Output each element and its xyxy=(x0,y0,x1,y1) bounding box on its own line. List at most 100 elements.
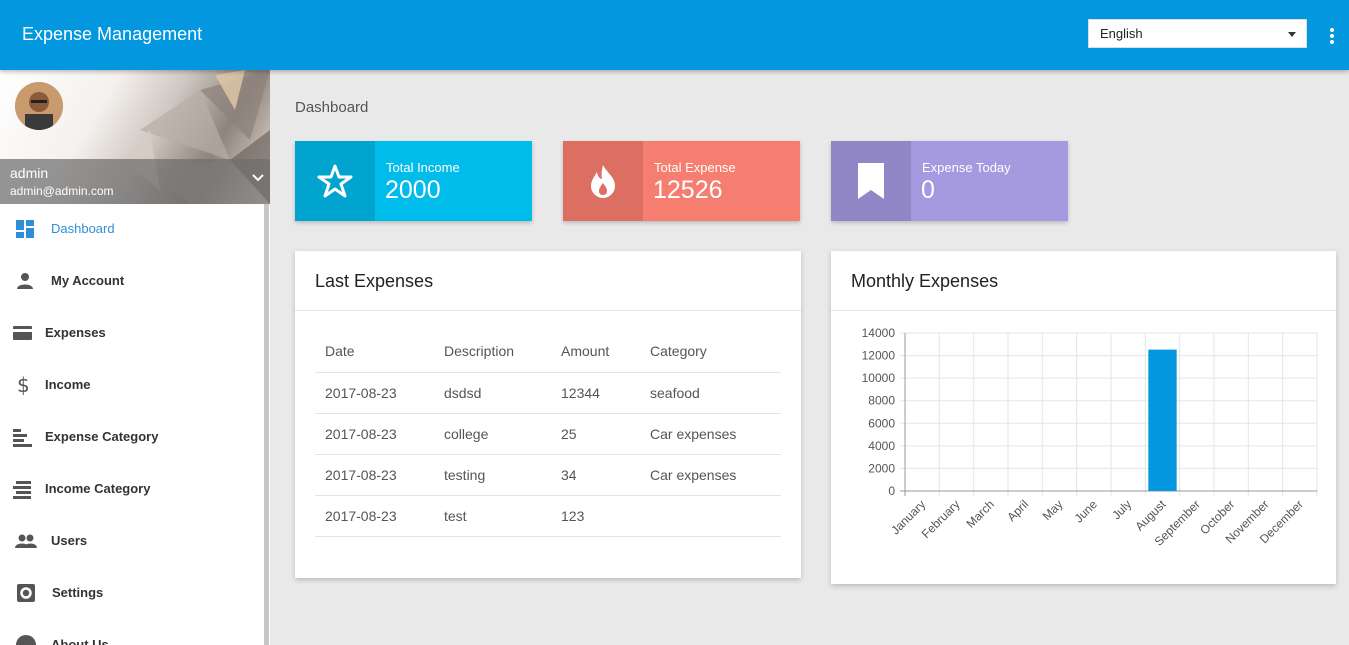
card-title: Monthly Expenses xyxy=(851,271,999,291)
sidebar-item-expense-category[interactable]: Expense Category xyxy=(0,412,262,464)
fire-icon xyxy=(591,165,615,198)
settings-icon xyxy=(17,584,35,602)
column-header: Description xyxy=(434,331,551,373)
sidebar-item-users[interactable]: Users xyxy=(0,516,262,568)
table-cell: 25 xyxy=(551,413,640,455)
avatar[interactable] xyxy=(15,82,63,130)
table-cell: dsdsd xyxy=(434,372,551,414)
sidebar-item-label: Expense Category xyxy=(45,429,159,444)
stat-value: 2000 xyxy=(385,176,441,204)
table-cell: 2017-08-23 xyxy=(315,413,434,455)
stat-icon-box xyxy=(831,141,911,221)
people-icon xyxy=(15,534,37,548)
chevron-down-icon[interactable] xyxy=(251,171,265,185)
top-app-bar: Expense Management English xyxy=(0,0,1349,70)
profile-info: admin admin@admin.com xyxy=(0,159,270,204)
table-cell: college xyxy=(434,413,551,455)
table-row: 2017-08-23 dsdsd 12344 seafood xyxy=(315,372,781,414)
table-cell: 34 xyxy=(551,454,640,496)
table-header-row: Date Description Amount Category xyxy=(315,331,781,373)
last-expenses-card: Last Expenses Date Description Amount Ca… xyxy=(295,251,801,578)
stack-icon xyxy=(13,481,31,499)
sidebar-item-my-account[interactable]: My Account xyxy=(0,256,262,308)
person-icon xyxy=(17,273,33,289)
y-tick-label: 4000 xyxy=(868,439,895,453)
sidebar-item-label: Users xyxy=(51,533,88,548)
bar-august xyxy=(1148,349,1177,491)
stat-label: Expense Today xyxy=(922,160,1011,175)
profile-email: admin@admin.com xyxy=(10,184,114,198)
credit-card-icon xyxy=(13,326,32,340)
sidebar-item-income[interactable]: $ Income xyxy=(0,360,262,412)
table-cell: 2017-08-23 xyxy=(315,372,434,414)
stat-label: Total Expense xyxy=(654,160,736,175)
dashboard-icon xyxy=(16,220,34,238)
star-icon xyxy=(317,164,353,198)
table-cell: 2017-08-23 xyxy=(315,454,434,496)
x-tick-label: February xyxy=(919,497,963,541)
table-cell: 12344 xyxy=(551,372,640,414)
y-tick-label: 14000 xyxy=(862,326,896,340)
language-select[interactable]: English xyxy=(1088,19,1307,48)
last-expenses-table: Date Description Amount Category 2017-08… xyxy=(315,331,781,537)
sidebar-item-label: About Us xyxy=(51,637,109,645)
sidebar-item-label: My Account xyxy=(51,273,125,288)
column-header: Category xyxy=(640,331,781,373)
stat-card-total-expense[interactable]: Total Expense 12526 xyxy=(563,141,800,221)
sidebar-item-dashboard[interactable]: Dashboard xyxy=(0,204,262,256)
table-cell: testing xyxy=(434,454,551,496)
y-tick-label: 10000 xyxy=(862,371,896,385)
x-tick-label: May xyxy=(1040,497,1066,523)
sidebar-item-label: Income xyxy=(45,377,91,392)
sidebar-item-label: Dashboard xyxy=(51,221,115,236)
card-divider xyxy=(295,310,801,311)
svg-text:$: $ xyxy=(17,374,30,396)
language-select-value: English xyxy=(1100,26,1143,41)
app-title: Expense Management xyxy=(22,24,203,44)
sidebar-item-expenses[interactable]: Expenses xyxy=(0,308,262,360)
table-cell: Car expenses xyxy=(640,454,781,496)
sidebar-item-settings[interactable]: Settings xyxy=(0,568,262,620)
stat-card-total-income[interactable]: Total Income 2000 xyxy=(295,141,532,221)
stat-icon-box xyxy=(563,141,643,221)
y-tick-label: 2000 xyxy=(868,461,895,475)
sidebar-item-income-category[interactable]: Income Category xyxy=(0,464,262,516)
table-row: 2017-08-23 testing 34 Car expenses xyxy=(315,454,781,496)
dropdown-arrow-icon xyxy=(1288,32,1296,37)
table-row: 2017-08-23 college 25 Car expenses xyxy=(315,413,781,455)
sidebar-scrollbar[interactable] xyxy=(264,204,269,645)
avatar-image xyxy=(15,82,63,130)
profile-banner: admin admin@admin.com xyxy=(0,70,270,204)
breadcrumb: Dashboard xyxy=(295,99,369,116)
more-vert-icon[interactable] xyxy=(1325,26,1339,46)
profile-name: admin xyxy=(10,165,49,181)
dollar-icon: $ xyxy=(17,374,30,396)
table-cell: seafood xyxy=(640,372,781,414)
x-tick-label: June xyxy=(1072,497,1101,526)
monthly-expenses-chart: 02000400060008000100001200014000JanuaryF… xyxy=(862,326,1318,549)
bookmark-icon xyxy=(858,163,884,199)
y-tick-label: 0 xyxy=(888,484,895,498)
y-tick-label: 12000 xyxy=(862,349,896,363)
sidebar-item-about-us[interactable]: About Us xyxy=(0,620,262,645)
table-row: 2017-08-23 test 123 xyxy=(315,495,781,537)
stat-value: 0 xyxy=(921,176,935,204)
sidebar: admin admin@admin.com Dashboard My Accou… xyxy=(0,70,270,645)
card-title: Last Expenses xyxy=(315,271,434,291)
sidebar-item-label: Expenses xyxy=(45,325,106,340)
column-header: Date xyxy=(315,331,434,373)
table-cell: 123 xyxy=(551,495,640,537)
stat-label: Total Income xyxy=(386,160,460,175)
y-tick-label: 6000 xyxy=(868,416,895,430)
table-cell xyxy=(640,495,781,537)
sort-icon xyxy=(13,429,32,447)
sidebar-item-label: Settings xyxy=(52,585,104,600)
stat-card-expense-today[interactable]: Expense Today 0 xyxy=(831,141,1068,221)
monthly-expenses-card: Monthly Expenses 0 2000 4000 6000 8000 10000 1… xyxy=(831,251,1336,584)
table-cell: test xyxy=(434,495,551,537)
column-header: Amount xyxy=(551,331,640,373)
info-icon xyxy=(16,635,36,645)
x-tick-label: March xyxy=(963,497,996,530)
stat-icon-box xyxy=(295,141,375,221)
y-tick-label: 8000 xyxy=(868,394,895,408)
